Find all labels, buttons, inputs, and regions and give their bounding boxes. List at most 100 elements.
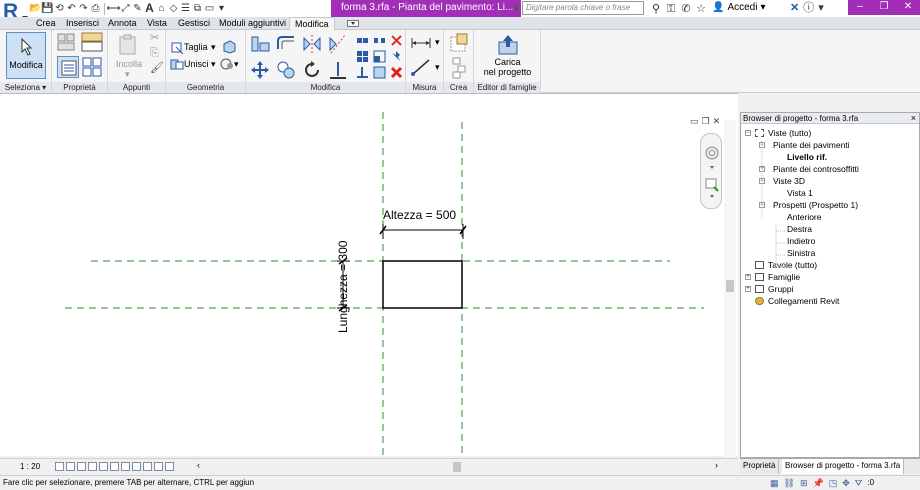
measure-icon[interactable]: ⟷ — [106, 3, 120, 14]
close-view-icon[interactable]: ✕ — [713, 116, 721, 127]
sun-path-icon[interactable] — [77, 462, 86, 471]
dimension-label-lunghezza[interactable]: Lunghezza = 300 — [336, 223, 350, 333]
vertical-scrollbar[interactable] — [724, 120, 736, 458]
communication-icon[interactable]: ✆ — [680, 3, 692, 15]
aligned-dimension-icon[interactable] — [410, 36, 432, 50]
tab-crea[interactable]: Crea — [31, 17, 61, 30]
section-icon[interactable]: ◇ — [168, 3, 179, 14]
tab-vista[interactable]: Vista — [142, 17, 172, 30]
tab-gestisci[interactable]: Gestisci — [173, 17, 215, 30]
exchange-apps-icon[interactable]: ✕ — [790, 2, 799, 15]
expand-search-icon[interactable] — [515, 4, 520, 12]
tab-modifica[interactable]: Modifica — [289, 17, 335, 31]
sync-icon[interactable]: ⟲ — [54, 3, 65, 14]
scroll-right-icon[interactable]: › — [715, 460, 718, 470]
undo-icon[interactable]: ↶ — [66, 3, 77, 14]
detail-level-icon[interactable] — [55, 462, 64, 471]
split-icon[interactable] — [356, 34, 369, 47]
close-button[interactable]: ✕ — [896, 0, 920, 15]
mirror-axis-icon[interactable] — [302, 34, 322, 54]
extrusion-outline[interactable] — [382, 260, 463, 309]
tag-icon[interactable]: ✎ — [132, 3, 143, 14]
show-crop-icon[interactable] — [121, 462, 130, 471]
load-into-project-button[interactable]: Carica nel progetto — [480, 32, 535, 79]
cut-icon[interactable]: ✂ — [150, 33, 159, 44]
tab-proprieta[interactable]: Proprietà — [740, 459, 780, 474]
match-properties-icon[interactable]: 🖌 — [150, 63, 164, 74]
rotate-icon[interactable] — [302, 60, 322, 80]
print-icon[interactable]: ⎙ — [90, 3, 101, 14]
trim-single-icon[interactable] — [356, 66, 369, 79]
scrollbar-thumb[interactable] — [453, 462, 461, 472]
reveal-hidden-icon[interactable] — [143, 462, 152, 471]
join-geometry-label[interactable]: Unisci — [184, 59, 209, 70]
crop-view-icon[interactable] — [110, 462, 119, 471]
temporary-hide-icon[interactable] — [132, 462, 141, 471]
drawing-area[interactable]: Altezza = 500 Lunghezza = 300 — [0, 93, 738, 457]
view-scale[interactable]: 1 : 20 — [20, 462, 40, 471]
offset-icon[interactable] — [276, 35, 296, 53]
chevron-down-icon[interactable] — [710, 195, 714, 198]
pin-icon[interactable] — [390, 50, 403, 63]
trim-extend-icon[interactable] — [328, 60, 348, 80]
chevron-down-icon[interactable] — [710, 166, 714, 169]
paint-icon[interactable] — [220, 57, 234, 71]
minimize-view-icon[interactable]: ▭ — [690, 116, 699, 127]
show-rendering-icon[interactable] — [99, 462, 108, 471]
save-icon[interactable]: 💾 — [41, 3, 53, 14]
type-properties-icon[interactable] — [82, 57, 102, 77]
editable-only-icon[interactable]: ▦ — [770, 478, 779, 489]
open-icon[interactable]: 📂 — [29, 3, 41, 14]
tab-inserisci[interactable]: Inserisci — [61, 17, 104, 30]
select-by-face-icon[interactable]: ◳ — [829, 478, 838, 489]
ribbon-minimize-icon[interactable] — [347, 20, 359, 27]
customize-qat-icon[interactable]: ▾ — [216, 3, 227, 14]
scale-icon[interactable] — [373, 50, 386, 63]
dimension-icon[interactable]: ⤢ — [120, 3, 131, 14]
switch-windows-icon[interactable]: ▭ — [204, 3, 215, 14]
select-links-icon[interactable]: ⛓ — [784, 478, 795, 489]
align-icon[interactable] — [250, 35, 270, 53]
create-similar-icon[interactable] — [449, 57, 469, 79]
subscription-icon[interactable]: ⚿ — [665, 3, 677, 15]
family-category-icon[interactable] — [57, 33, 75, 51]
select-pinned-icon[interactable]: 📌 — [813, 478, 824, 489]
close-icon[interactable]: × — [911, 113, 916, 124]
worksharing-icon[interactable] — [154, 462, 163, 471]
3d-view-icon[interactable]: ⌂ — [156, 3, 167, 14]
cut-geometry-label[interactable]: Taglia — [184, 42, 208, 53]
copy-icon[interactable]: ⎘ — [150, 48, 159, 59]
copy-element-icon[interactable] — [276, 60, 296, 80]
split-face-icon[interactable] — [222, 40, 236, 54]
array-icon[interactable] — [356, 50, 369, 63]
move-icon[interactable] — [250, 60, 270, 80]
scroll-left-icon[interactable]: ‹ — [197, 460, 200, 470]
drag-elements-icon[interactable]: ✥ — [842, 478, 850, 489]
minimize-button[interactable]: – — [848, 0, 872, 15]
filter-icon[interactable]: ⛛ — [855, 478, 863, 489]
chevron-down-icon[interactable]: ▾ — [818, 2, 824, 15]
trim-multiple-icon[interactable] — [373, 66, 386, 79]
search-input[interactable]: Digitare parola chiave o frase — [522, 1, 644, 15]
tab-annota[interactable]: Annota — [103, 17, 142, 30]
mirror-draw-icon[interactable] — [328, 34, 348, 54]
family-types-icon[interactable] — [81, 32, 103, 52]
measure-between-icon[interactable] — [410, 58, 432, 76]
dimension-label-altezza[interactable]: Altezza = 500 — [383, 208, 456, 222]
modify-button[interactable]: Modifica — [6, 32, 46, 79]
redo-icon[interactable]: ↷ — [78, 3, 89, 14]
create-group-icon[interactable] — [449, 33, 469, 53]
close-windows-icon[interactable]: ⧉ — [192, 3, 203, 14]
sign-in[interactable]: 👤 Accedi ▾ — [712, 1, 766, 15]
help-icon[interactable]: ⓘ — [803, 2, 814, 15]
tab-moduli-aggiuntivi[interactable]: Moduli aggiuntivi — [214, 17, 291, 30]
select-underlay-icon[interactable]: ⊞ — [800, 478, 808, 489]
delete-icon[interactable] — [390, 66, 403, 79]
restore-view-icon[interactable]: ❐ — [702, 116, 710, 127]
thin-lines-icon[interactable]: ☰ — [180, 3, 191, 14]
shadows-icon[interactable] — [88, 462, 97, 471]
horizontal-scrollbar[interactable]: ‹ › — [197, 460, 727, 472]
binoculars-icon[interactable]: ⚲ — [650, 3, 662, 15]
constraints-icon[interactable] — [165, 462, 174, 471]
text-icon[interactable]: A — [144, 2, 155, 14]
